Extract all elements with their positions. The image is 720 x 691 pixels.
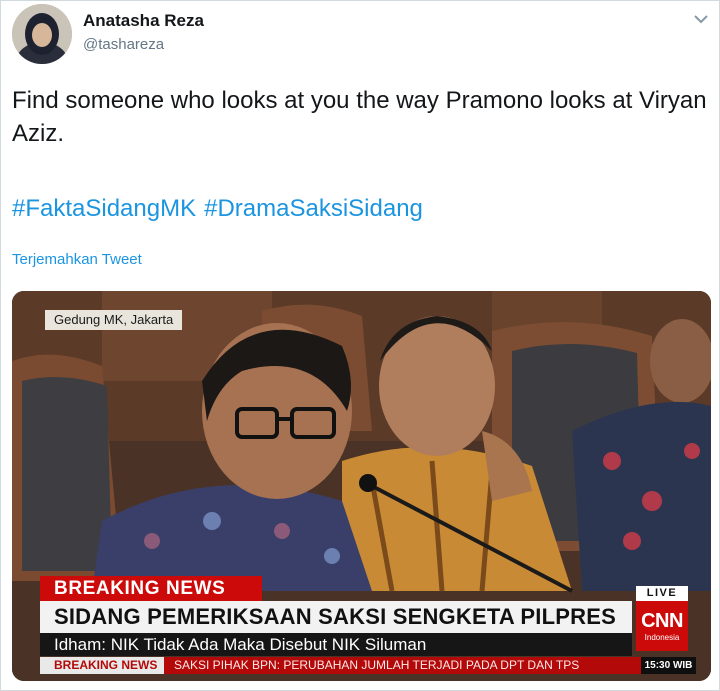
news-ticker: BREAKING NEWS SAKSI PIHAK BPN: PERUBAHAN…: [40, 657, 696, 674]
avatar[interactable]: [12, 4, 72, 64]
network-logo: CNN Indonesia: [636, 601, 688, 651]
news-headline: SIDANG PEMERIKSAAN SAKSI SENGKETA PILPRE…: [40, 601, 632, 633]
author-name[interactable]: Anatasha Reza: [83, 11, 204, 31]
ticker-text: SAKSI PIHAK BPN: PERUBAHAN JUMLAH TERJAD…: [174, 658, 580, 672]
tweet-text: Find someone who looks at you the way Pr…: [12, 87, 707, 147]
profile-avatar-icon: [12, 4, 72, 64]
cnn-logo-icon: CNN: [641, 610, 683, 632]
translate-tweet-link[interactable]: Terjemahkan Tweet: [12, 251, 142, 268]
author-handle[interactable]: @tashareza: [83, 36, 164, 53]
tweet-card: Anatasha Reza @tashareza Find someone wh…: [0, 0, 720, 691]
live-badge: LIVE: [636, 586, 688, 601]
ticker-label: BREAKING NEWS: [40, 657, 165, 674]
tweet-menu-button[interactable]: [689, 9, 713, 29]
breaking-news-label: BREAKING NEWS: [40, 576, 262, 601]
hashtag-link[interactable]: #DramaSaksiSidang: [204, 195, 423, 222]
tweet-media-image[interactable]: Gedung MK, Jakarta BREAKING NEWS SIDANG …: [12, 291, 711, 681]
network-region: Indonesia: [644, 633, 680, 642]
location-tag: Gedung MK, Jakarta: [45, 310, 183, 330]
news-subline: Idham: NIK Tidak Ada Maka Disebut NIK Si…: [40, 633, 632, 656]
ticker-time: 15:30 WIB: [641, 657, 696, 674]
chevron-down-icon: [694, 15, 708, 24]
hashtag-row: #FaktaSidangMK #DramaSaksiSidang: [12, 192, 431, 225]
hashtag-link[interactable]: #FaktaSidangMK: [12, 195, 196, 222]
